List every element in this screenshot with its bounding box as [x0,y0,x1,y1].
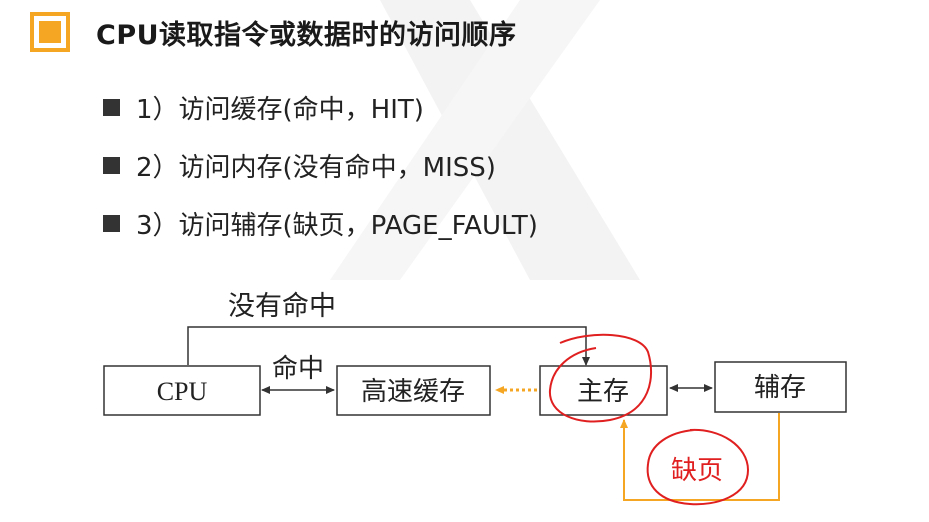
cache-label: 高速缓存 [361,377,465,407]
miss-path-arrow [187,326,590,366]
main-memory-label: 主存 [577,377,629,407]
hit-label: 命中 [272,354,324,384]
page-fault-label: 缺页 [671,456,723,486]
secondary-storage-label: 辅存 [754,373,806,403]
cpu-label: CPU [157,377,208,406]
miss-label: 没有命中 [228,291,336,322]
memory-hierarchy-diagram: 没有命中 CPU 命中 高速缓存 主存 辅存 缺页 [103,291,847,506]
